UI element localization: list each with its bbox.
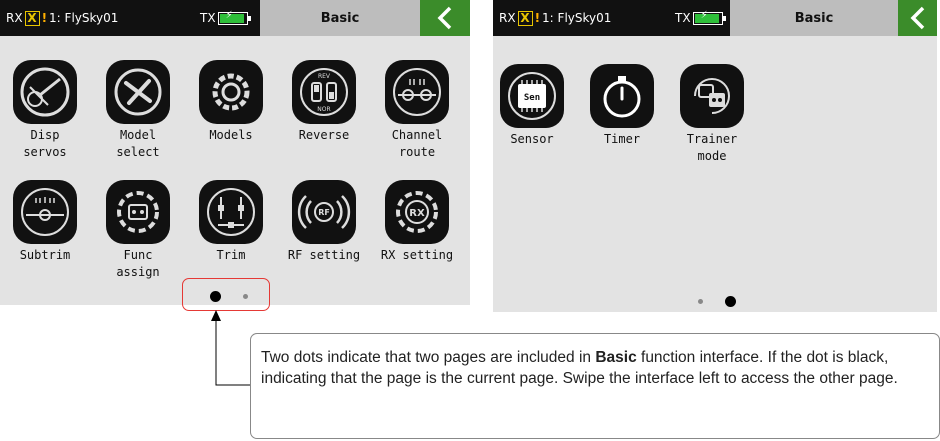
app-label: Reverse [298, 128, 350, 142]
rf-signal-icon: RF [292, 180, 356, 244]
model-name: 1: FlySky01 [542, 11, 612, 25]
app-models[interactable]: Models [186, 60, 276, 144]
app-rx-setting[interactable]: RX RX setting [372, 180, 462, 264]
page-dot [698, 299, 703, 304]
page-indicator-highlight [182, 278, 270, 311]
app-label: Trim [216, 248, 246, 262]
sensor-chip-icon: Sen [500, 64, 564, 128]
app-label: Func assign [116, 248, 160, 279]
app-label: Model select [116, 128, 160, 159]
trainer-mode-icon [680, 64, 744, 128]
callout-text-before: Two dots indicate that two pages are inc… [261, 349, 596, 366]
model-name: 1: FlySky01 [49, 11, 119, 25]
battery-icon: ⚡ [692, 10, 726, 25]
svg-text:Sen: Sen [524, 93, 540, 103]
warning-icon: ! [41, 11, 48, 25]
servo-display-icon [13, 60, 77, 124]
app-func-assign[interactable]: Func assign [93, 180, 183, 281]
status-left: RX X ! 1: FlySky01 TX ⚡ [493, 0, 730, 36]
callout-note: Two dots indicate that two pages are inc… [250, 333, 940, 439]
warning-icon: ! [534, 11, 541, 25]
reverse-switch-icon: REV NOR [292, 60, 356, 124]
airplane-select-icon [106, 60, 170, 124]
status-bar: RX X ! 1: FlySky01 TX ⚡ Basic [0, 0, 470, 36]
app-trainer-mode[interactable]: Trainer mode [667, 64, 757, 165]
app-label: Subtrim [19, 248, 71, 262]
page-title: Basic [730, 0, 898, 36]
svg-text:RX: RX [409, 208, 425, 219]
rx-disconnected-icon: X [24, 10, 40, 26]
timer-stopwatch-icon [590, 64, 654, 128]
app-label: Trainer mode [686, 132, 738, 163]
app-rf-setting[interactable]: RF RF setting [279, 180, 369, 264]
subtrim-gauge-icon [13, 180, 77, 244]
callout-bold: Basic [595, 349, 637, 366]
models-gear-icon [199, 60, 263, 124]
back-button[interactable] [898, 0, 937, 36]
chevron-left-icon [437, 6, 452, 30]
app-label: Sensor [510, 132, 554, 146]
chevron-left-icon [910, 6, 924, 30]
basic-menu-page-2: RX X ! 1: FlySky01 TX ⚡ Basic Sen Sensor… [493, 0, 937, 312]
tx-label: TX [200, 11, 216, 25]
back-button[interactable] [420, 0, 470, 36]
app-label: RF setting [287, 248, 361, 262]
tx-label: TX [675, 11, 691, 25]
page-dot-current [725, 296, 736, 307]
tx-status: TX ⚡ [675, 10, 726, 25]
app-label: Models [209, 128, 253, 142]
func-assign-gear-icon [106, 180, 170, 244]
trim-icon [199, 180, 263, 244]
svg-text:RF: RF [318, 208, 330, 217]
page-title: Basic [260, 0, 420, 36]
status-left: RX X ! 1: FlySky01 TX ⚡ [0, 0, 260, 36]
status-bar: RX X ! 1: FlySky01 TX ⚡ Basic [493, 0, 937, 36]
app-subtrim[interactable]: Subtrim [0, 180, 90, 264]
app-disp-servos[interactable]: Disp servos [0, 60, 90, 161]
app-trim[interactable]: Trim [186, 180, 276, 264]
channel-route-icon [385, 60, 449, 124]
battery-icon: ⚡ [217, 10, 251, 25]
app-label: Channel route [391, 128, 443, 159]
rx-label: RX [499, 11, 516, 25]
page-indicator [698, 296, 736, 307]
basic-menu-page-1: RX X ! 1: FlySky01 TX ⚡ Basic Disp servo… [0, 0, 470, 305]
app-model-select[interactable]: Model select [93, 60, 183, 161]
app-sensor[interactable]: Sen Sensor [493, 64, 577, 148]
rx-gear-icon: RX [385, 180, 449, 244]
rx-disconnected-icon: X [517, 10, 533, 26]
app-label: Disp servos [23, 128, 67, 159]
svg-text:REV: REV [318, 73, 331, 80]
app-label: Timer [603, 132, 641, 146]
app-channel-route[interactable]: Channel route [372, 60, 462, 161]
svg-text:NOR: NOR [317, 106, 330, 113]
rx-label: RX [6, 11, 23, 25]
app-label: RX setting [380, 248, 454, 262]
app-timer[interactable]: Timer [577, 64, 667, 148]
app-reverse[interactable]: REV NOR Reverse [279, 60, 369, 144]
tx-status: TX ⚡ [200, 10, 251, 25]
